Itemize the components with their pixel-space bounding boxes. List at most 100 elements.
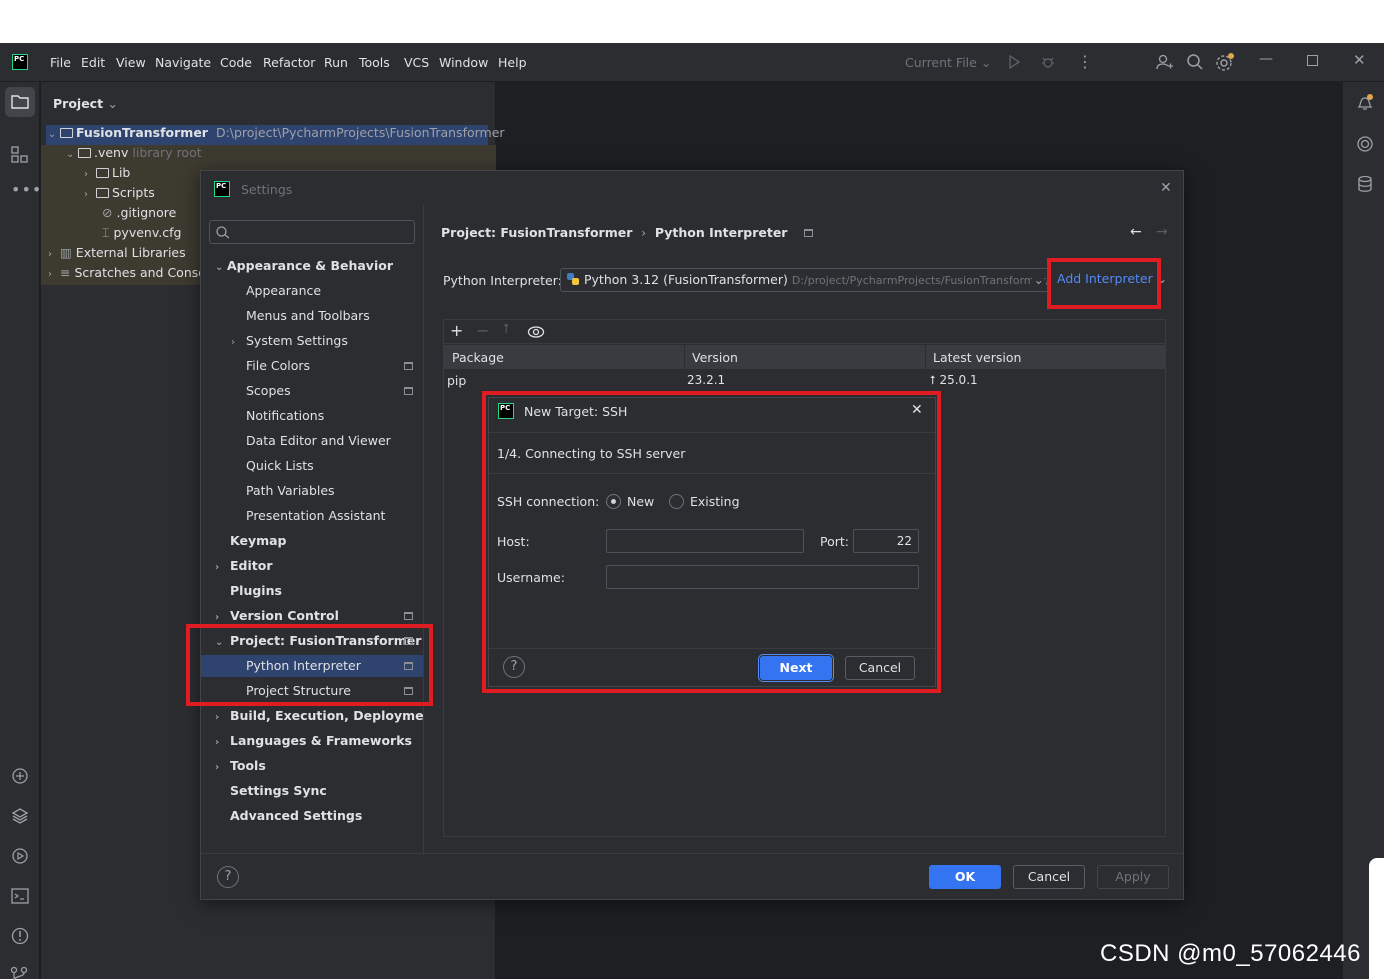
project-tool-button[interactable] <box>5 87 35 117</box>
project-level-icon <box>404 362 413 370</box>
terminal-icon[interactable] <box>10 886 30 906</box>
interpreter-dropdown[interactable]: Python 3.12 (FusionTransformer) D:/proje… <box>560 268 1049 292</box>
structure-icon[interactable] <box>10 145 30 165</box>
nav-tools[interactable]: › Tools <box>201 755 423 777</box>
nav-appearance-behavior[interactable]: ⌄ Appearance & Behavior <box>201 255 423 277</box>
breadcrumb: Project: FusionTransformer › Python Inte… <box>441 225 813 240</box>
close-window-icon[interactable]: ✕ <box>1353 51 1366 69</box>
cancel-button[interactable]: Cancel <box>1013 865 1085 889</box>
nav-path-variables[interactable]: Path Variables <box>201 480 423 502</box>
debug-icon[interactable] <box>1040 54 1056 70</box>
nav-plugins[interactable]: Plugins <box>201 580 423 602</box>
menu-code[interactable]: Code <box>220 55 252 70</box>
apply-button[interactable]: Apply <box>1097 865 1169 889</box>
nav-scopes[interactable]: Scopes <box>201 380 423 402</box>
run-config-selector[interactable]: Current File ⌄ <box>905 55 991 70</box>
nav-system-settings[interactable]: › System Settings <box>201 330 423 352</box>
settings-title: Settings <box>241 182 293 197</box>
git-icon[interactable] <box>10 966 30 980</box>
tree-row-scripts[interactable]: › Scripts <box>84 185 155 205</box>
menu-navigate[interactable]: Navigate <box>155 55 211 70</box>
interpreter-label: Python Interpreter: <box>443 273 562 288</box>
ignore-file-icon: ⊘ <box>102 205 113 220</box>
menu-tools[interactable]: Tools <box>359 55 390 70</box>
menu-window[interactable]: Window <box>439 55 488 70</box>
tree-row-scratches[interactable]: › ≡ Scratches and Consoles <box>48 265 224 285</box>
upgrade-package-icon[interactable]: ⭡ <box>503 322 509 337</box>
tree-row-root[interactable]: ⌄ FusionTransformer D:\project\PycharmPro… <box>48 125 505 145</box>
nav-settings-sync[interactable]: Settings Sync <box>201 780 423 802</box>
annotation-box-add-interpreter <box>1047 258 1161 309</box>
folder-icon <box>60 128 73 138</box>
more-tools-icon[interactable]: ••• <box>11 180 42 199</box>
nav-quick-lists[interactable]: Quick Lists <box>201 455 423 477</box>
project-level-icon <box>803 229 813 237</box>
nav-notifications[interactable]: Notifications <box>201 405 423 427</box>
problems-icon[interactable] <box>10 926 30 946</box>
column-header[interactable]: Version <box>692 350 738 365</box>
right-tool-stripe <box>1342 82 1384 979</box>
menu-file[interactable]: File <box>50 55 71 70</box>
nav-menus-toolbars[interactable]: Menus and Toolbars <box>201 305 423 327</box>
tree-row-lib[interactable]: › Lib <box>84 165 130 185</box>
database-icon[interactable] <box>1355 174 1375 194</box>
nav-data-editor[interactable]: Data Editor and Viewer <box>201 430 423 452</box>
menu-vcs[interactable]: VCS <box>404 55 429 70</box>
nav-appearance[interactable]: Appearance <box>201 280 423 302</box>
annotation-box-ssh-dialog <box>482 391 941 693</box>
chevron-down-icon: ⌄ <box>1031 269 1044 291</box>
nav-file-colors[interactable]: File Colors <box>201 355 423 377</box>
tree-row-external-libraries[interactable]: › ▥ External Libraries <box>48 245 186 265</box>
folder-icon <box>11 95 29 109</box>
add-package-icon[interactable]: + <box>450 321 463 340</box>
nav-advanced-settings[interactable]: Advanced Settings <box>201 805 423 827</box>
more-actions-icon[interactable]: ⋮ <box>1077 52 1093 71</box>
settings-gear-icon[interactable] <box>1215 52 1235 72</box>
menu-edit[interactable]: Edit <box>81 55 105 70</box>
packages-toolbar: + − ⭡ <box>444 320 1165 344</box>
close-settings-icon[interactable]: ✕ <box>1160 180 1172 196</box>
tree-row-pyvenv[interactable]: ⌶ pyvenv.cfg <box>102 225 181 245</box>
help-icon[interactable]: ? <box>217 866 239 888</box>
watermark: CSDN @m0_57062446 <box>1100 940 1362 967</box>
add-user-icon[interactable] <box>1155 53 1173 71</box>
project-level-icon <box>404 612 413 620</box>
nav-build-execution[interactable]: › Build, Execution, Deployment <box>201 705 438 727</box>
menu-view[interactable]: View <box>116 55 146 70</box>
column-header[interactable]: Package <box>452 350 504 365</box>
python-console-icon[interactable] <box>10 766 30 786</box>
tree-row-gitignore[interactable]: ⊘ .gitignore <box>102 205 176 225</box>
forward-arrow-icon[interactable]: → <box>1156 224 1168 240</box>
config-file-icon: ⌶ <box>102 225 110 240</box>
tree-row-venv[interactable]: ⌄ .venv library root <box>66 145 202 165</box>
ai-assistant-icon[interactable] <box>1355 134 1375 154</box>
show-early-releases-eye-icon[interactable] <box>527 325 545 339</box>
remove-package-icon[interactable]: − <box>476 321 489 340</box>
back-arrow-icon[interactable]: ← <box>1130 224 1142 240</box>
python-icon <box>567 273 579 285</box>
project-level-icon <box>404 387 413 395</box>
menu-help[interactable]: Help <box>498 55 527 70</box>
settings-search-input[interactable] <box>209 220 415 244</box>
python-packages-icon[interactable] <box>10 806 30 826</box>
menu-refactor[interactable]: Refactor <box>263 55 315 70</box>
footer-divider <box>201 853 1183 854</box>
nav-editor[interactable]: › Editor <box>201 555 423 577</box>
ok-button[interactable]: OK <box>929 865 1001 889</box>
maximize-icon[interactable] <box>1307 55 1318 66</box>
menu-run[interactable]: Run <box>324 55 348 70</box>
search-icon[interactable] <box>1186 53 1204 71</box>
table-header: Package Version Latest version <box>444 345 1165 369</box>
services-icon[interactable] <box>10 846 30 866</box>
pycharm-logo-icon: PC <box>214 181 230 197</box>
table-row[interactable]: pip 23.2.1 ⭡ 25.0.1 <box>444 370 1165 392</box>
nav-presentation-assistant[interactable]: Presentation Assistant <box>201 505 423 527</box>
nav-languages-frameworks[interactable]: › Languages & Frameworks <box>201 730 423 752</box>
column-header[interactable]: Latest version <box>933 350 1021 365</box>
run-icon[interactable] <box>1006 54 1022 70</box>
nav-keymap[interactable]: Keymap <box>201 530 423 552</box>
notifications-bell-icon[interactable] <box>1355 92 1375 114</box>
folder-icon <box>96 188 109 198</box>
minimize-icon[interactable]: — <box>1259 51 1273 67</box>
project-panel-title[interactable]: Project ⌄ <box>53 96 118 111</box>
